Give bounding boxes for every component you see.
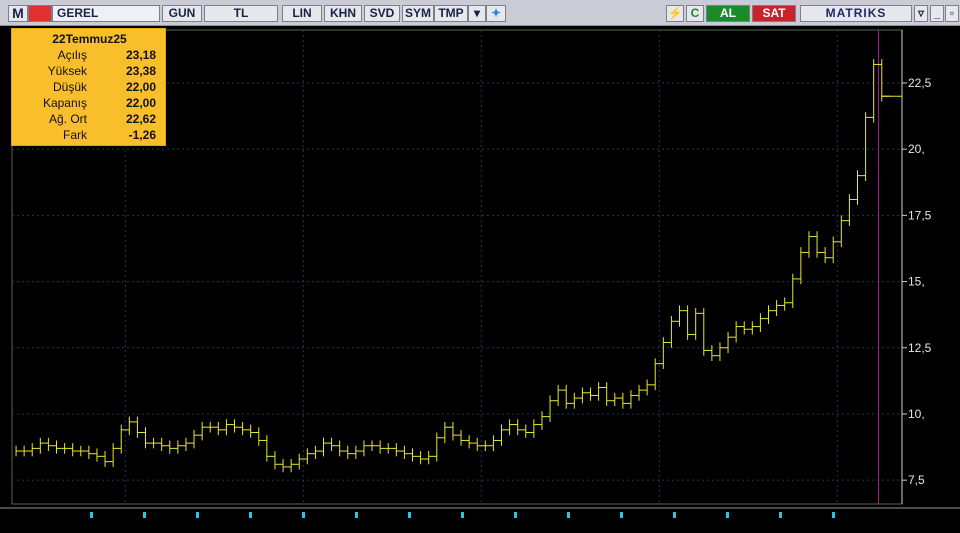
y-tick-label: 15, [908,275,925,289]
y-tick-label: 7,5 [908,473,925,487]
scroll-marker [90,512,93,518]
twitter-icon[interactable]: ✦ [486,5,506,22]
scroll-marker [514,512,517,518]
khn-button[interactable]: KHN [324,5,362,22]
restore-icon[interactable]: ▫ [945,5,959,22]
scroll-marker [567,512,570,518]
scroll-marker [620,512,623,518]
info-value-low: 22,00 [125,80,156,94]
scroll-marker [726,512,729,518]
info-label-avg: Ağ. Ort [48,112,87,126]
scroll-marker [461,512,464,518]
sym-button[interactable]: SYM [402,5,434,22]
refresh-button[interactable]: C [686,5,704,22]
scroll-marker [143,512,146,518]
info-value-close: 22,00 [125,96,156,110]
lightning-icon[interactable]: ⚡ [666,5,684,22]
matriks-logo[interactable]: M [8,5,28,22]
period-button[interactable]: GUN [162,5,202,22]
currency-button[interactable]: TL [204,5,278,22]
info-label-open: Açılış [57,48,87,62]
lin-button[interactable]: LIN [282,5,322,22]
minimize-icon[interactable]: _ [930,5,944,22]
info-value-diff: -1,26 [128,128,156,142]
info-date: 22Temmuz25 [52,32,127,46]
scroll-marker [302,512,305,518]
info-label-low: Düşük [52,80,87,94]
info-label-diff: Fark [63,128,87,142]
toolbar: M GEREL GUN TL LIN KHN SVD SYM TMP ▾ ✦ ⚡… [0,0,960,26]
buy-button[interactable]: AL [706,5,750,22]
scroll-marker [355,512,358,518]
sell-button[interactable]: SAT [752,5,796,22]
tmp-button[interactable]: TMP [434,5,468,22]
scroll-marker [196,512,199,518]
info-label-high: Yüksek [47,64,87,78]
svd-button[interactable]: SVD [364,5,400,22]
y-tick-label: 10, [908,407,925,421]
y-tick-label: 22,5 [908,76,932,90]
dropdown-icon[interactable]: ▿ [914,5,928,22]
y-tick-label: 17,5 [908,208,932,222]
info-value-open: 23,18 [125,48,156,62]
scroll-marker [673,512,676,518]
info-label-close: Kapanış [42,96,87,110]
y-tick-label: 12,5 [908,341,932,355]
flag-icon [28,5,52,22]
info-value-avg: 22,62 [125,112,156,126]
scroll-marker [249,512,252,518]
chevron-down-icon[interactable]: ▾ [468,5,486,22]
info-box: 22Temmuz25 Açılış 23,18 Yüksek 23,38 Düş… [11,28,166,146]
brand-label: MATRIKS [800,5,912,22]
info-value-high: 23,38 [125,64,156,78]
y-tick-label: 20, [908,142,925,156]
bottom-scrollbar[interactable] [0,507,960,533]
scroll-marker [779,512,782,518]
scroll-marker [832,512,835,518]
scroll-marker [408,512,411,518]
symbol-field[interactable]: GEREL [52,5,160,22]
